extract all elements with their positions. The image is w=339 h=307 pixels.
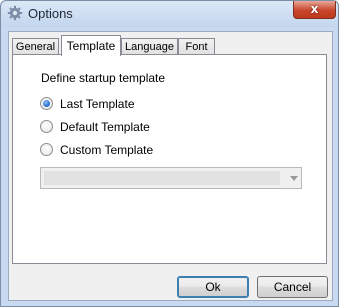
custom-template-value xyxy=(44,171,280,185)
tab-label: Template xyxy=(66,39,116,53)
radio-button[interactable] xyxy=(40,97,53,110)
radio-label: Default Template xyxy=(60,120,150,134)
radio-label: Custom Template xyxy=(60,143,154,157)
tab-label: General xyxy=(15,41,56,53)
startup-template-label: Define startup template xyxy=(41,71,166,85)
chevron-down-icon[interactable] xyxy=(290,176,298,181)
radio-button[interactable] xyxy=(40,143,53,156)
dialog-body: General Template Language Font Define st… xyxy=(8,31,333,301)
cancel-button[interactable]: Cancel xyxy=(257,276,328,298)
radio-button[interactable] xyxy=(40,120,53,133)
tab-general[interactable]: General xyxy=(12,38,59,55)
tab-label: Font xyxy=(185,41,208,53)
tab-language[interactable]: Language xyxy=(121,38,178,55)
template-tab-panel: Define startup template Last Template De… xyxy=(12,54,327,264)
tab-template[interactable]: Template xyxy=(61,35,121,56)
tab-label: Language xyxy=(125,41,174,53)
tab-font[interactable]: Font xyxy=(178,38,215,55)
window-title: Options xyxy=(28,6,73,21)
options-dialog: Options x General Template Language Font… xyxy=(0,0,339,307)
title-bar: Options x xyxy=(1,1,338,27)
radio-label: Last Template xyxy=(60,97,135,111)
cancel-button-label: Cancel xyxy=(273,280,312,294)
ok-button[interactable]: Ok xyxy=(177,276,249,298)
close-button[interactable]: x xyxy=(293,1,336,19)
custom-template-select[interactable] xyxy=(40,167,302,189)
radio-selected-dot xyxy=(43,100,50,107)
close-icon: x xyxy=(310,2,319,16)
ok-button-label: Ok xyxy=(205,280,221,294)
gear-icon xyxy=(7,5,23,21)
